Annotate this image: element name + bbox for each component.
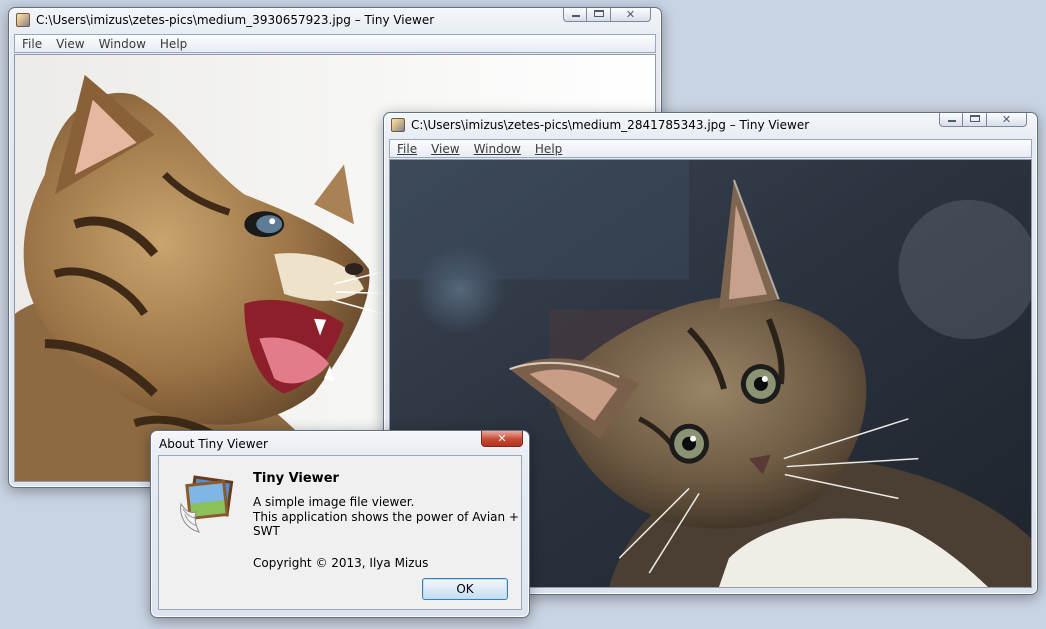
- close-icon: ✕: [497, 432, 507, 445]
- menu-help[interactable]: Help: [153, 37, 194, 51]
- description-line-3: SWT: [253, 524, 280, 538]
- copyright-text: Copyright © 2013, Ilya Mizus: [253, 556, 429, 570]
- minimize-icon: [948, 120, 956, 122]
- description-line-1: A simple image file viewer.: [253, 495, 415, 509]
- about-dialog[interactable]: About Tiny Viewer ✕ Tiny Viewer A simple…: [150, 430, 530, 618]
- menu-window[interactable]: Window: [92, 37, 153, 51]
- tiny-viewer-app-icon: [391, 118, 405, 132]
- menu-bar: File View Window Help: [389, 139, 1032, 158]
- menu-file[interactable]: File: [15, 37, 49, 51]
- window-title: C:\Users\imizus\zetes-pics\medium_393065…: [36, 13, 435, 27]
- ok-button[interactable]: OK: [422, 578, 508, 600]
- minimize-icon: [572, 15, 580, 17]
- maximize-icon: [970, 115, 980, 122]
- title-bar[interactable]: C:\Users\imizus\zetes-pics\medium_284178…: [384, 113, 1037, 137]
- menu-bar: File View Window Help: [14, 34, 656, 53]
- maximize-button[interactable]: [587, 8, 611, 22]
- close-button[interactable]: ✕: [611, 8, 651, 22]
- window-title: C:\Users\imizus\zetes-pics\medium_284178…: [411, 118, 810, 132]
- window-controls: ✕: [939, 113, 1027, 127]
- dialog-close-button[interactable]: ✕: [481, 431, 523, 447]
- minimize-button[interactable]: [563, 8, 587, 22]
- dialog-body: Tiny Viewer A simple image file viewer. …: [158, 455, 522, 610]
- winged-picture-icon: [180, 475, 234, 533]
- menu-help[interactable]: Help: [528, 142, 569, 156]
- window-controls: ✕: [563, 8, 651, 22]
- description-line-2: This application shows the power of Avia…: [253, 510, 519, 524]
- app-name: Tiny Viewer: [253, 471, 339, 486]
- menu-view[interactable]: View: [49, 37, 91, 51]
- minimize-button[interactable]: [939, 113, 963, 127]
- title-bar[interactable]: C:\Users\imizus\zetes-pics\medium_393065…: [9, 8, 661, 32]
- close-icon: ✕: [625, 8, 636, 21]
- menu-view[interactable]: View: [424, 142, 466, 156]
- dialog-title: About Tiny Viewer: [159, 437, 268, 451]
- menu-file[interactable]: File: [390, 142, 424, 156]
- tiny-viewer-app-icon: [16, 13, 30, 27]
- close-button[interactable]: ✕: [987, 113, 1027, 127]
- maximize-button[interactable]: [963, 113, 987, 127]
- close-icon: ✕: [1001, 113, 1012, 126]
- maximize-icon: [594, 10, 604, 17]
- menu-window[interactable]: Window: [467, 142, 528, 156]
